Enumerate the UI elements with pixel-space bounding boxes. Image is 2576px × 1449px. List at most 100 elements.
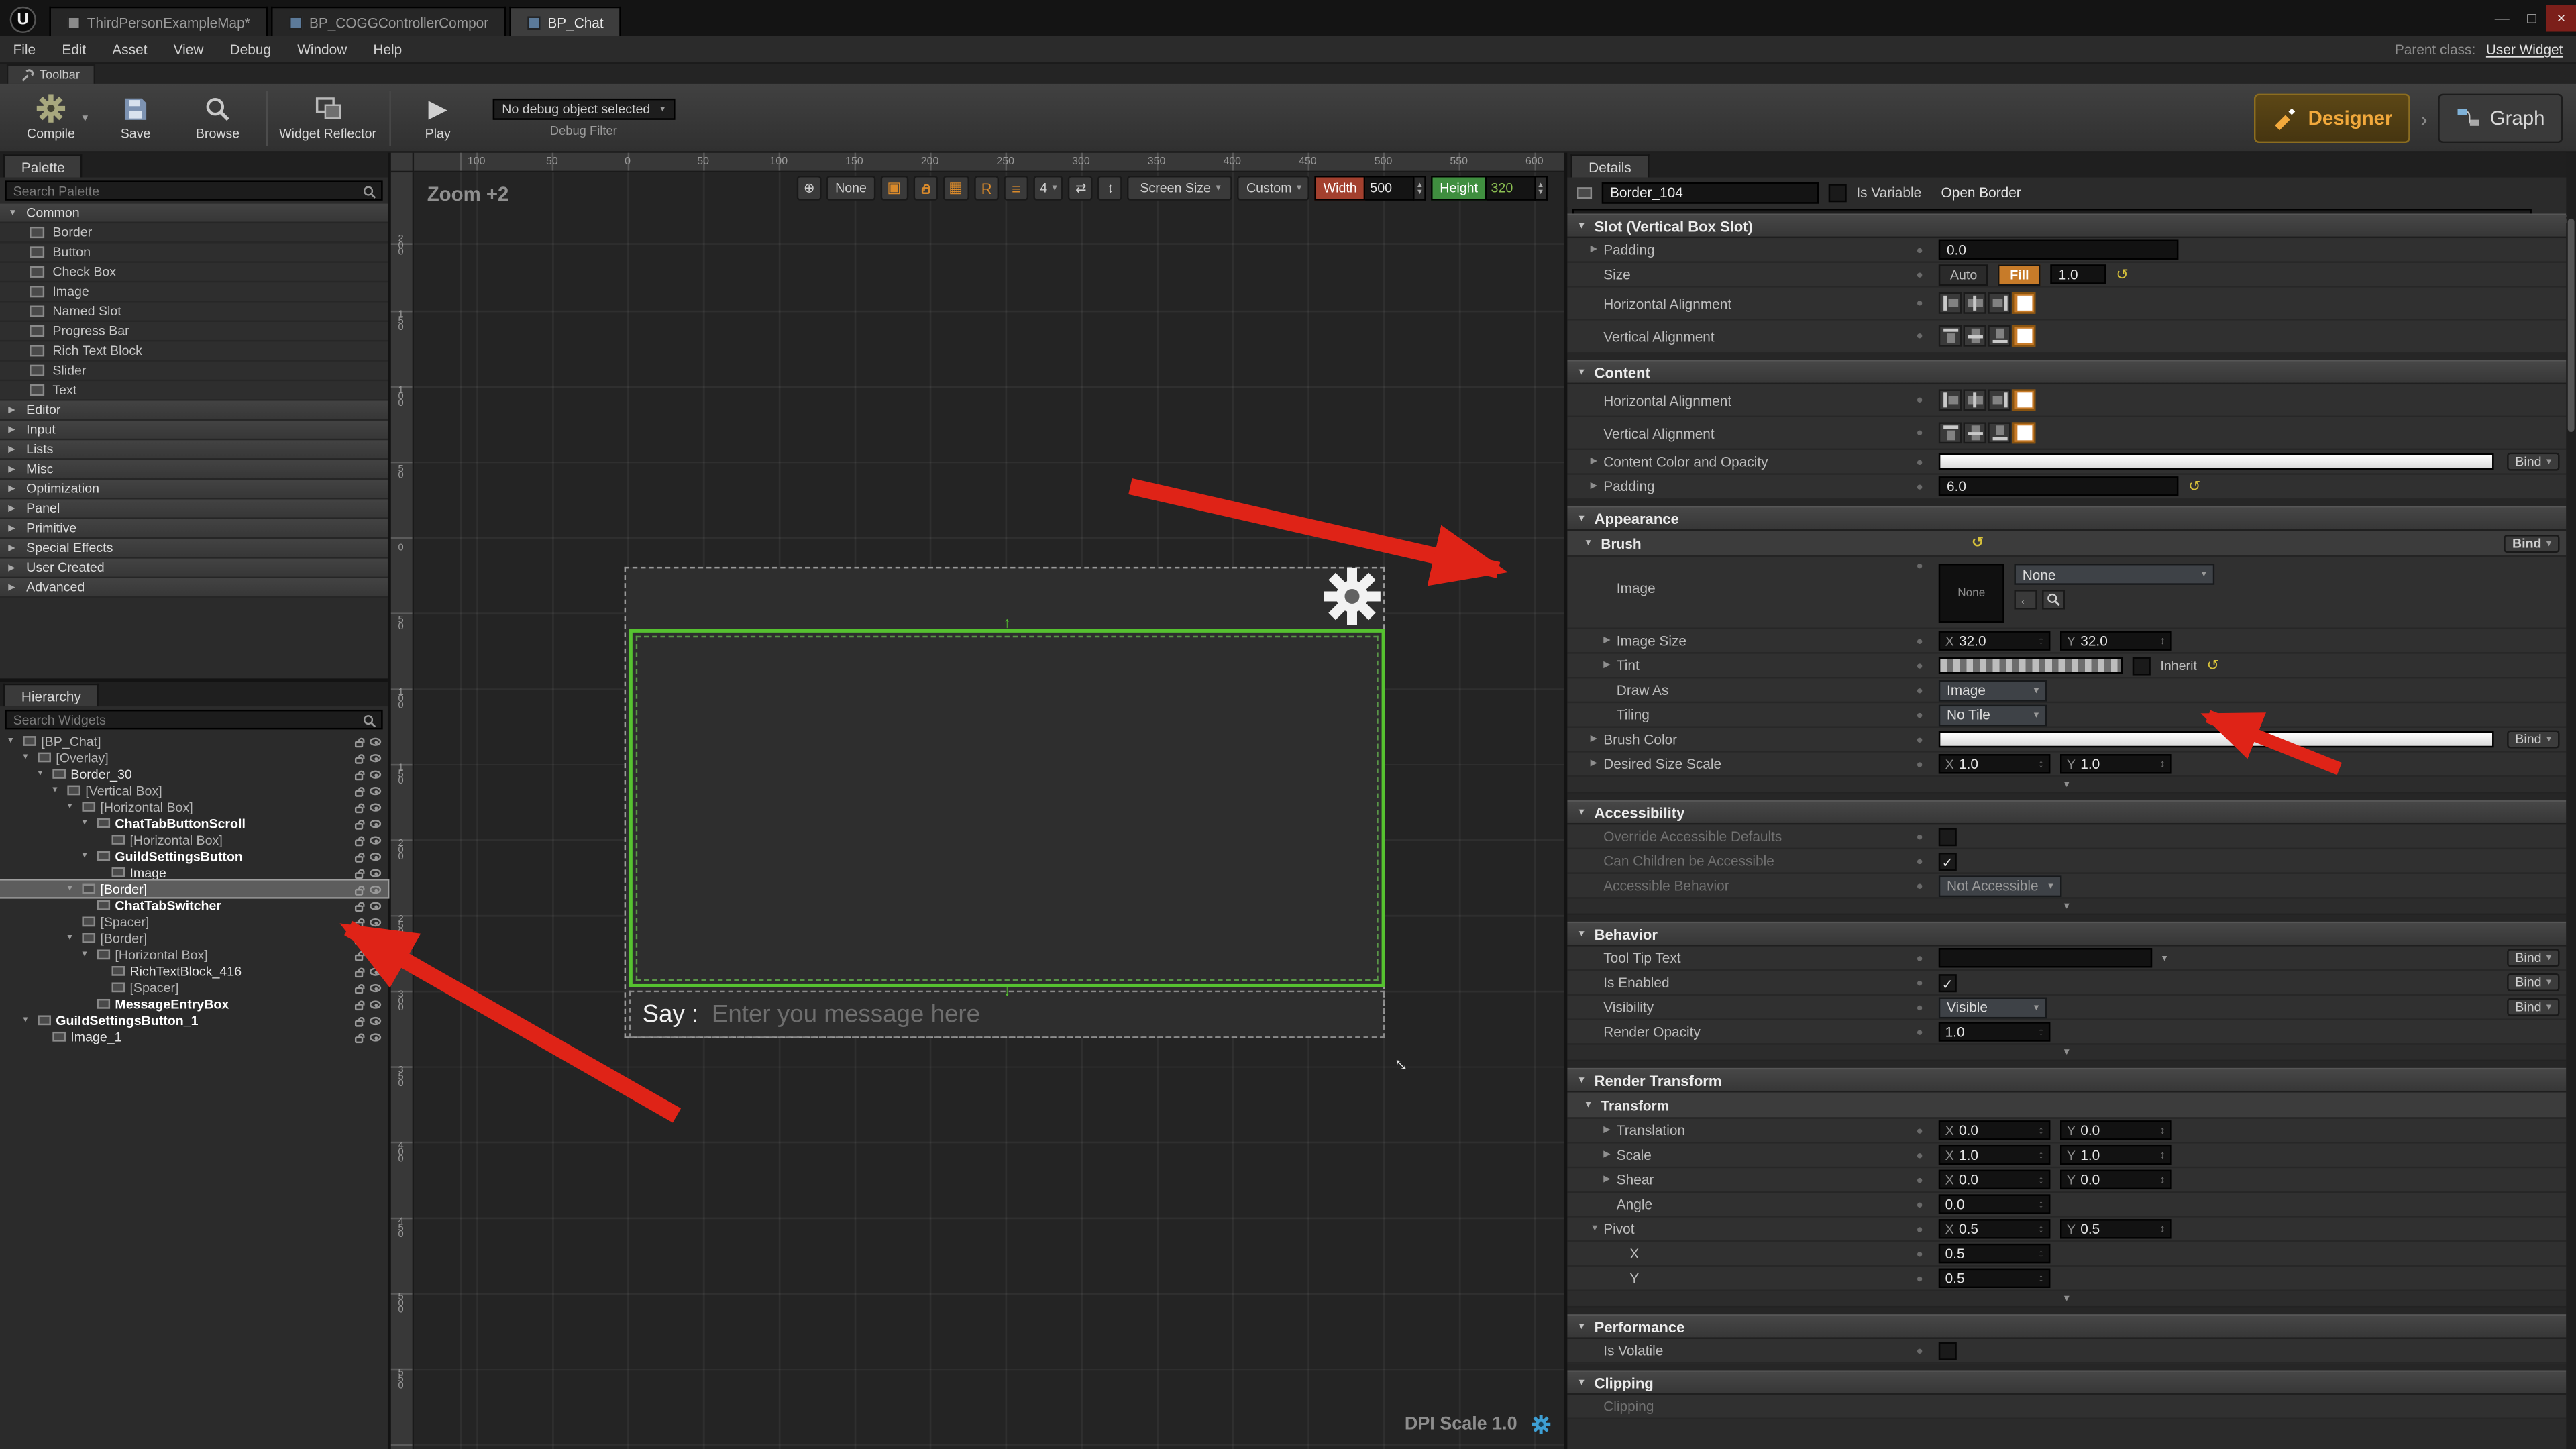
screen-size-dropdown[interactable]: Screen Size▾ xyxy=(1128,176,1233,201)
custom-size-dropdown[interactable]: Custom▾ xyxy=(1238,176,1310,201)
hierarchy-row-border-2[interactable]: ▼[Border] xyxy=(0,930,388,946)
hierarchy-row-overlay[interactable]: ▼[Overlay] xyxy=(0,749,388,765)
visibility-eye-icon[interactable] xyxy=(370,1032,381,1040)
selected-border-widget-outline[interactable] xyxy=(629,629,1385,987)
lock-icon[interactable] xyxy=(355,855,363,862)
desired-size-y-field[interactable]: Y1.0↕ xyxy=(2060,754,2172,773)
expand-icon[interactable]: ▶ xyxy=(1591,245,1604,255)
visibility-eye-icon[interactable] xyxy=(370,769,381,777)
visibility-eye-icon[interactable] xyxy=(370,967,381,975)
expand-advanced-chevron[interactable]: ▼ xyxy=(1567,899,2566,915)
palette-group-common[interactable]: ▼ Common xyxy=(0,204,388,223)
height-field[interactable]: Height 320 ▲▼ xyxy=(1432,176,1548,201)
details-scrollbar[interactable] xyxy=(2566,153,2576,1449)
hierarchy-row-border-30[interactable]: ▼Border_30 xyxy=(0,765,388,782)
height-spinner[interactable]: ▲▼ xyxy=(1536,176,1548,201)
doc-tab-controller[interactable]: BP_COGGControllerCompor xyxy=(272,7,507,36)
rotation-button[interactable]: R xyxy=(974,176,999,201)
width-value[interactable]: 500 xyxy=(1365,176,1414,201)
width-field[interactable]: Width 500 ▲▼ xyxy=(1315,176,1426,201)
lock-icon[interactable] xyxy=(355,970,363,977)
hierarchy-row-chattabswitcher[interactable]: ChatTabSwitcher xyxy=(0,897,388,913)
details-tab[interactable]: Details xyxy=(1570,154,1650,177)
flip-vertical-button[interactable]: ↕ xyxy=(1098,176,1123,201)
widget-reflector-button[interactable]: Widget Reflector xyxy=(274,87,382,149)
image-asset-thumbnail[interactable]: None xyxy=(1939,564,2004,623)
halign-center-button[interactable] xyxy=(1964,389,1986,411)
image-size-x-field[interactable]: X32.0↕ xyxy=(1939,631,2051,650)
size-auto-button[interactable]: Auto xyxy=(1939,264,1989,285)
visibility-eye-icon[interactable] xyxy=(370,819,381,827)
palette-item-rich-text-block[interactable]: Rich Text Block xyxy=(0,341,388,361)
halign-left-button[interactable] xyxy=(1939,292,1962,314)
resize-handle-top[interactable]: ↑ xyxy=(998,612,1017,632)
scale-x-field[interactable]: X1.0↕ xyxy=(1939,1145,2051,1165)
doc-tab-map[interactable]: ThirdPersonExampleMap* xyxy=(49,7,268,36)
debug-object-dropdown[interactable]: No debug object selected ▾ xyxy=(492,98,676,119)
compile-options-caret[interactable]: ▾ xyxy=(82,111,88,124)
valign-center-button[interactable] xyxy=(1964,422,1986,443)
lock-icon[interactable] xyxy=(355,839,363,845)
expand-advanced-chevron[interactable]: ▼ xyxy=(1567,1045,2566,1061)
width-spinner[interactable]: ▲▼ xyxy=(1414,176,1426,201)
valign-top-button[interactable] xyxy=(1939,325,1962,347)
height-value[interactable]: 320 xyxy=(1486,176,1535,201)
inherit-checkbox[interactable] xyxy=(2133,656,2151,674)
expand-icon[interactable]: ▶ xyxy=(1603,1175,1617,1185)
tiling-dropdown[interactable]: No Tile▾ xyxy=(1939,704,2047,725)
hierarchy-row-horizontal-box[interactable]: ▼[Horizontal Box] xyxy=(0,798,388,814)
menu-file[interactable]: File xyxy=(0,41,49,57)
bind-button[interactable]: Bind▾ xyxy=(2507,973,2559,991)
visibility-dropdown[interactable]: Visible▾ xyxy=(1939,996,2047,1018)
palette-group-primitive[interactable]: ▶Primitive xyxy=(0,519,388,539)
palette-group-input[interactable]: ▶Input xyxy=(0,421,388,440)
halign-right-button[interactable] xyxy=(1988,292,2010,314)
browse-button[interactable]: Browse xyxy=(176,87,258,149)
palette-group-optimization[interactable]: ▶Optimization xyxy=(0,480,388,499)
shear-x-field[interactable]: X0.0↕ xyxy=(1939,1170,2051,1189)
expand-advanced-chevron[interactable]: ▼ xyxy=(1567,1291,2566,1307)
use-selected-asset-button[interactable]: ← xyxy=(2014,590,2037,609)
hierarchy-row-guildsettingsbutton-1[interactable]: ▼GuildSettingsButton_1 xyxy=(0,1012,388,1028)
palette-item-border[interactable]: Border xyxy=(0,223,388,243)
bind-button[interactable]: Bind▾ xyxy=(2507,949,2559,967)
halign-center-button[interactable] xyxy=(1964,292,1986,314)
expand-icon[interactable]: ▼ xyxy=(21,753,33,763)
hierarchy-row-richtextblock[interactable]: RichTextBlock_416 xyxy=(0,963,388,979)
category-clipping[interactable]: ▼Clipping xyxy=(1567,1370,2566,1395)
lock-icon[interactable] xyxy=(355,757,363,763)
lock-icon[interactable] xyxy=(355,1020,363,1026)
valign-fill-button[interactable] xyxy=(2012,422,2035,443)
toolbar-tab[interactable]: Toolbar xyxy=(7,64,95,84)
designer-canvas[interactable]: Zoom +2 ⊕ None ▣ ▦ R ≡ 4▾ ⇄ ↕ Screen Siz… xyxy=(414,172,1564,1449)
palette-item-named-slot[interactable]: Named Slot xyxy=(0,303,388,322)
lock-icon[interactable] xyxy=(355,904,363,911)
visibility-eye-icon[interactable] xyxy=(370,885,381,893)
palette-group-special-effects[interactable]: ▶Special Effects xyxy=(0,539,388,558)
scrollbar-thumb[interactable] xyxy=(2568,219,2575,432)
visibility-eye-icon[interactable] xyxy=(370,802,381,810)
bind-button[interactable]: Bind▾ xyxy=(2507,998,2559,1016)
category-accessibility[interactable]: ▼Accessibility xyxy=(1567,800,2566,825)
anchor-none-button[interactable]: None xyxy=(826,176,875,201)
palette-group-misc[interactable]: ▶Misc xyxy=(0,460,388,480)
category-slot[interactable]: ▼Slot (Vertical Box Slot) xyxy=(1567,213,2566,238)
menu-view[interactable]: View xyxy=(160,41,217,57)
content-padding-field[interactable]: 6.0 xyxy=(1939,476,2179,496)
expand-icon[interactable]: ▼ xyxy=(51,786,62,796)
visibility-eye-icon[interactable] xyxy=(370,852,381,860)
is-volatile-checkbox[interactable] xyxy=(1939,1342,1957,1360)
expand-icon[interactable]: ▼ xyxy=(80,950,92,960)
pivot-y-scalar-field[interactable]: 0.5↕ xyxy=(1939,1269,2051,1288)
hierarchy-row-spacer[interactable]: [Spacer] xyxy=(0,914,388,930)
expand-icon[interactable]: ▶ xyxy=(1591,482,1604,492)
category-behavior[interactable]: ▼Behavior xyxy=(1567,922,2566,947)
designer-mode-button[interactable]: Designer xyxy=(2254,94,2411,143)
hierarchy-row-border-selected[interactable]: ▼[Border] xyxy=(0,881,388,897)
hierarchy-row-horizontal-box-3[interactable]: ▼[Horizontal Box] xyxy=(0,947,388,963)
palette-item-button[interactable]: Button xyxy=(0,243,388,262)
brush-color-swatch[interactable] xyxy=(1939,731,2494,747)
content-color-swatch[interactable] xyxy=(1939,453,2494,470)
row-brush-header[interactable]: ▼ Brush ↺ Bind▾ xyxy=(1567,531,2566,557)
tint-color-swatch[interactable] xyxy=(1939,657,2123,674)
